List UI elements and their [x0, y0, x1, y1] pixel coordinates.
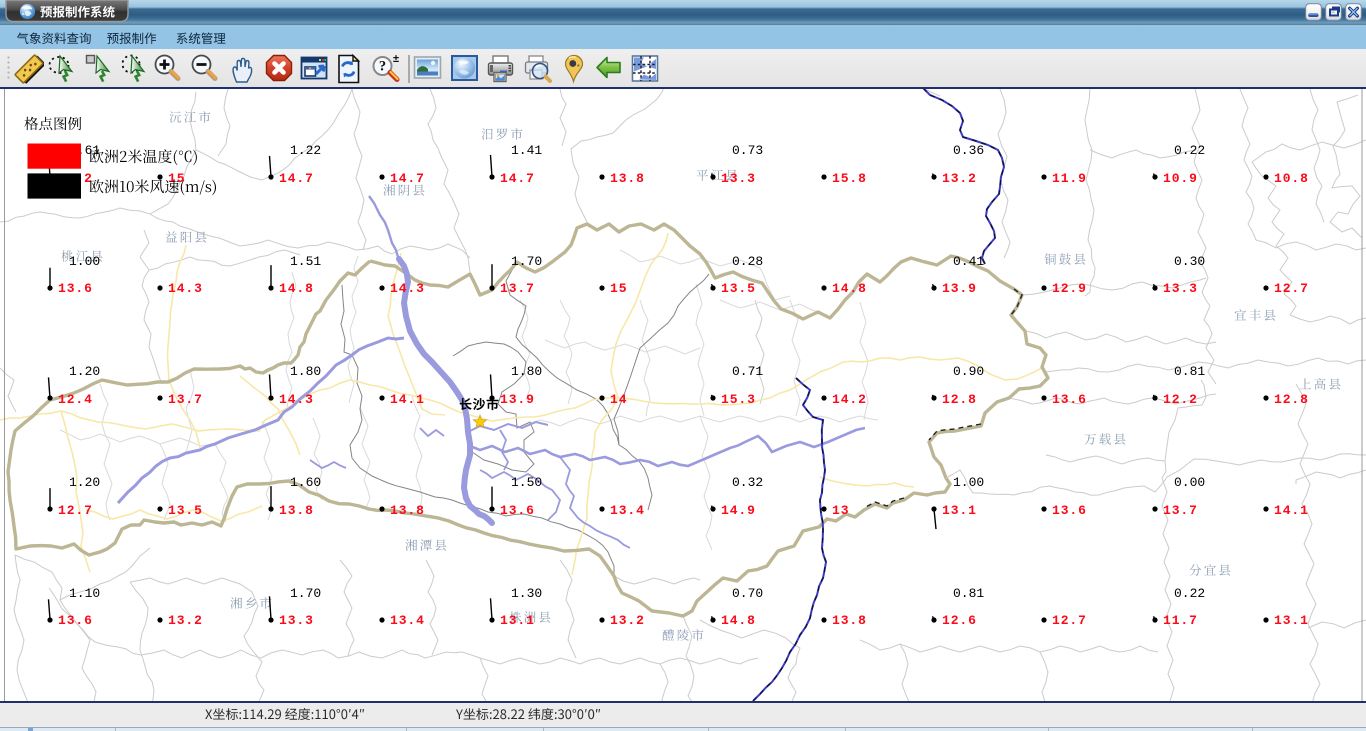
svg-text:13.9: 13.9: [942, 281, 977, 296]
svg-text:13.7: 13.7: [1163, 503, 1198, 518]
svg-text:0.36: 0.36: [953, 143, 984, 158]
svg-text:0.00: 0.00: [1174, 475, 1205, 490]
svg-text:12.8: 12.8: [942, 392, 977, 407]
svg-text:0.81: 0.81: [953, 586, 984, 601]
svg-text:13.6: 13.6: [1052, 392, 1087, 407]
svg-text:0.90: 0.90: [953, 364, 984, 379]
svg-text:14.2: 14.2: [832, 392, 867, 407]
svg-text:1.10: 1.10: [69, 586, 100, 601]
svg-text:13.3: 13.3: [721, 171, 756, 186]
svg-text:1.41: 1.41: [511, 143, 542, 158]
svg-text:0.41: 0.41: [953, 254, 984, 269]
svg-text:1.70: 1.70: [511, 254, 542, 269]
svg-text:13.6: 13.6: [58, 613, 93, 628]
svg-text:14.3: 14.3: [168, 281, 203, 296]
svg-text:13.4: 13.4: [610, 503, 645, 518]
svg-text:14.1: 14.1: [390, 392, 425, 407]
svg-text:14.8: 14.8: [721, 613, 756, 628]
svg-text:14.8: 14.8: [832, 281, 867, 296]
svg-text:1.70: 1.70: [290, 586, 321, 601]
svg-text:0.32: 0.32: [732, 475, 763, 490]
svg-text:12.9: 12.9: [1052, 281, 1087, 296]
svg-text:13.6: 13.6: [58, 281, 93, 296]
svg-text:1.20: 1.20: [69, 364, 100, 379]
svg-text:14.8: 14.8: [279, 281, 314, 296]
svg-text:?: ?: [379, 59, 386, 75]
svg-text:13.1: 13.1: [942, 503, 977, 518]
svg-text:13.2: 13.2: [942, 171, 977, 186]
svg-text:14.3: 14.3: [390, 281, 425, 296]
svg-text:11.9: 11.9: [1052, 171, 1087, 186]
svg-text:0.70: 0.70: [732, 586, 763, 601]
svg-text:0.22: 0.22: [1174, 586, 1205, 601]
svg-text:1.80: 1.80: [511, 364, 542, 379]
svg-text:13.7: 13.7: [500, 281, 535, 296]
svg-text:0.73: 0.73: [732, 143, 763, 158]
svg-text:1.20: 1.20: [69, 475, 100, 490]
svg-text:14.7: 14.7: [500, 171, 535, 186]
svg-text:0.71: 0.71: [732, 364, 763, 379]
svg-text:11.7: 11.7: [1163, 613, 1198, 628]
svg-text:13.8: 13.8: [832, 613, 867, 628]
svg-text:13.8: 13.8: [610, 171, 645, 186]
svg-text:1.80: 1.80: [290, 364, 321, 379]
svg-text:13.2: 13.2: [610, 613, 645, 628]
svg-text:10.8: 10.8: [1274, 171, 1309, 186]
svg-text:12.7: 12.7: [1052, 613, 1087, 628]
svg-text:0.28: 0.28: [732, 254, 763, 269]
svg-text:±: ±: [393, 53, 399, 65]
svg-text:12.7: 12.7: [1274, 281, 1309, 296]
svg-text:1.00: 1.00: [953, 475, 984, 490]
svg-text:0.30: 0.30: [1174, 254, 1205, 269]
svg-text:1.50: 1.50: [511, 475, 542, 490]
svg-text:15.3: 15.3: [721, 392, 756, 407]
svg-text:12.7: 12.7: [58, 503, 93, 518]
svg-text:14.9: 14.9: [721, 503, 756, 518]
svg-text:13.1: 13.1: [500, 613, 535, 628]
svg-text:13.6: 13.6: [1052, 503, 1087, 518]
svg-text:1.51: 1.51: [290, 254, 321, 269]
svg-text:13.1: 13.1: [1274, 613, 1309, 628]
svg-text:14.3: 14.3: [279, 392, 314, 407]
svg-text:15: 15: [610, 281, 627, 296]
svg-text:12.2: 12.2: [1163, 392, 1198, 407]
svg-text:1.30: 1.30: [511, 586, 542, 601]
svg-text:10.9: 10.9: [1163, 171, 1198, 186]
svg-text:13.6: 13.6: [500, 503, 535, 518]
svg-text:12.8: 12.8: [1274, 392, 1309, 407]
svg-text:14.7: 14.7: [279, 171, 314, 186]
svg-text:13.3: 13.3: [279, 613, 314, 628]
svg-text:13.5: 13.5: [168, 503, 203, 518]
svg-text:14: 14: [610, 392, 627, 407]
svg-text:13.8: 13.8: [390, 503, 425, 518]
svg-text:13.8: 13.8: [279, 503, 314, 518]
svg-text:1.00: 1.00: [69, 254, 100, 269]
svg-text:0.22: 0.22: [1174, 143, 1205, 158]
svg-text:14.7: 14.7: [390, 171, 425, 186]
svg-text:14.1: 14.1: [1274, 503, 1309, 518]
svg-text:13.4: 13.4: [390, 613, 425, 628]
svg-text:13.2: 13.2: [168, 613, 203, 628]
svg-text:15.8: 15.8: [832, 171, 867, 186]
svg-text:13.9: 13.9: [500, 392, 535, 407]
svg-text:1.60: 1.60: [290, 475, 321, 490]
svg-text:1.22: 1.22: [290, 143, 321, 158]
svg-text:13.7: 13.7: [168, 392, 203, 407]
svg-text:12.6: 12.6: [942, 613, 977, 628]
svg-text:13: 13: [832, 503, 849, 518]
svg-text:12.4: 12.4: [58, 392, 93, 407]
svg-text:13.5: 13.5: [721, 281, 756, 296]
svg-text:0.81: 0.81: [1174, 364, 1205, 379]
svg-text:13.3: 13.3: [1163, 281, 1198, 296]
